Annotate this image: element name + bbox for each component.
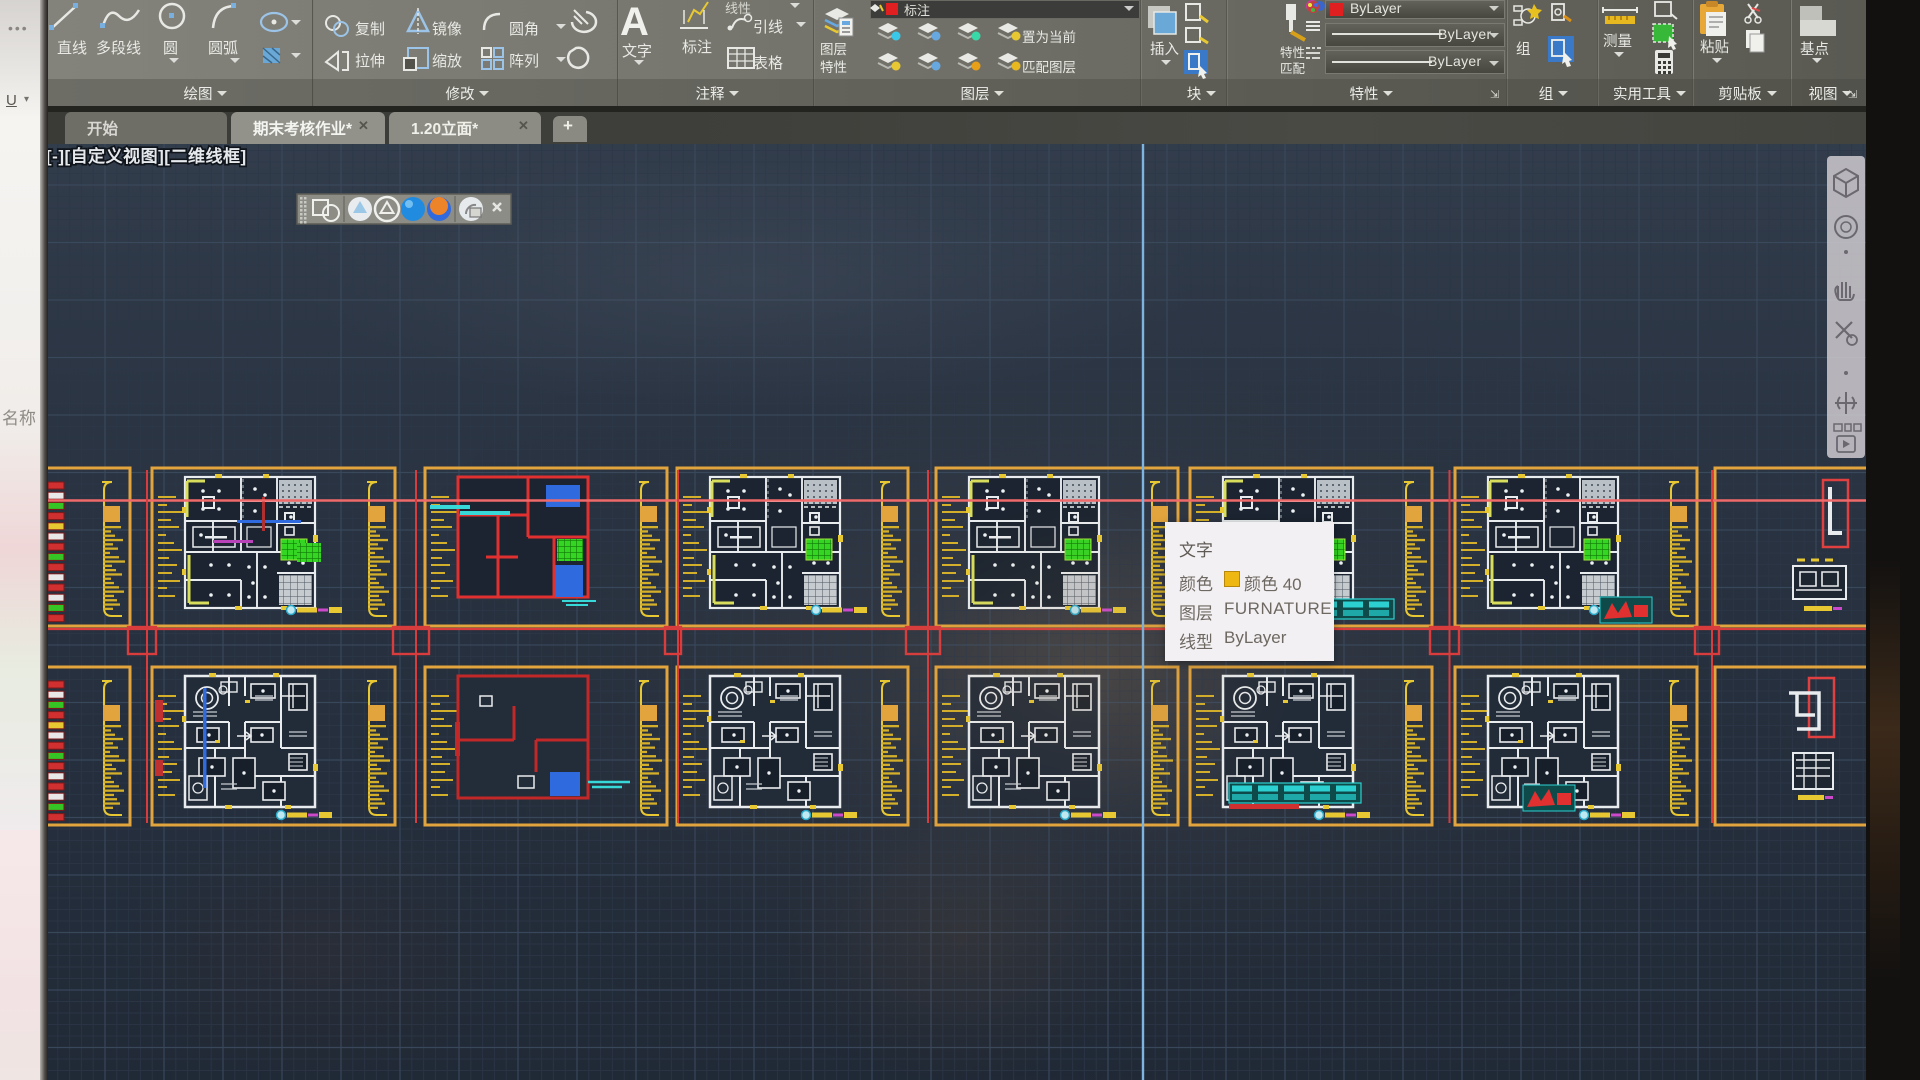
svg-text:[-][自定义视图][二维线框]: [-][自定义视图][二维线框] — [46, 146, 247, 166]
